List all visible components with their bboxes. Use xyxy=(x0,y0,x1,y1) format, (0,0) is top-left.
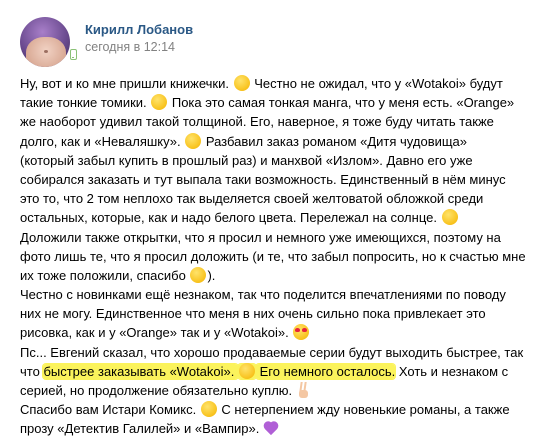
author-name-link[interactable]: Кирилл Лобанов xyxy=(85,22,193,37)
smiling-smiley-icon xyxy=(185,132,202,149)
post-text-line: Ну, вот и ко мне пришли книжечки. Честно… xyxy=(20,74,535,93)
purple-heart-icon xyxy=(264,422,280,436)
post-text-line: такие тонкие томики. Пока это самая тонк… xyxy=(20,93,535,112)
post-text-line: же наоборот удивил такой толщиной. Его, … xyxy=(20,112,535,131)
highlighted-text: быстрее заказывать «Wotakoi». xyxy=(43,363,238,379)
smiling-smiley-icon xyxy=(200,401,217,418)
text-span: Разбавил заказ романом «Дитя чудовища» xyxy=(202,133,468,149)
text-span: фото лишь те, что я просил доложить (и т… xyxy=(20,248,526,264)
text-span: Доложили также открытки, что я просил и … xyxy=(20,229,501,245)
text-span: такие тонкие томики. xyxy=(20,95,151,111)
wall-post: Кирилл Лобанов сегодня в 12:14 Ну, вот и… xyxy=(0,0,547,439)
smiling-smiley-icon xyxy=(190,266,207,283)
text-span: Хоть и незнаком с xyxy=(395,363,509,379)
mobile-online-icon xyxy=(70,49,77,60)
post-text-line: Доложили также открытки, что я просил и … xyxy=(20,228,535,247)
post-text-line: это то, что 2 том неплохо так выделяется… xyxy=(20,189,535,208)
text-span: рисовка, как и у «Orange» так и у «Wotak… xyxy=(20,325,293,341)
flushed-smiley-icon xyxy=(151,94,168,111)
text-span: (который забыл купить в прошлый раз) и м… xyxy=(20,152,473,168)
highlighted-text: Его немного осталось. xyxy=(256,363,396,379)
text-span: Честно не ожидал, что у «Wotakoi» будут xyxy=(250,76,503,91)
post-text-line: их тоже положили, спасибо ). xyxy=(20,266,535,285)
victory-hand-icon xyxy=(297,382,310,398)
post-text-line: Честно с новинками ещё незнаком, так что… xyxy=(20,285,535,304)
laughing-smiley-icon xyxy=(441,209,458,226)
heart-eyes-smiley-icon xyxy=(293,324,310,341)
author-avatar[interactable] xyxy=(20,17,70,67)
text-span: Пока это самая тонкая манга, что у меня … xyxy=(168,95,515,111)
text-span: серией, но продолжение обязательно куплю… xyxy=(20,383,296,398)
text-span: Ну, вот и ко мне пришли книжечки. xyxy=(20,76,233,91)
post-text-line: (который забыл купить в прошлый раз) и м… xyxy=(20,151,535,170)
post-text-line: Пс... Евгений сказал, что хорошо продава… xyxy=(20,343,535,362)
text-span: же наоборот удивил такой толщиной. Его, … xyxy=(20,114,494,130)
text-span: что xyxy=(20,363,44,379)
text-span: прозу «Детектив Галилей» и «Вампир». xyxy=(20,421,263,437)
text-span: Честно с новинками ещё незнаком, так что… xyxy=(20,287,506,303)
post-text-line: них не могу. Единственное что меня в них… xyxy=(20,304,535,323)
text-span: собирался заказать и тут выпала таки воз… xyxy=(20,171,506,187)
post-text-line: долго, как и «Неваляшку». Разбавил заказ… xyxy=(20,132,535,151)
text-span: ). xyxy=(207,267,216,283)
text-span: С нетерпением жду новенькие романы, а та… xyxy=(217,402,510,418)
post-date-link[interactable]: сегодня в 12:14 xyxy=(85,40,175,54)
text-span: них не могу. Единственное что меня в них… xyxy=(20,306,486,322)
post-text-line: остальных, которые, как и надо белого цв… xyxy=(20,208,535,227)
grinning-smiley-icon xyxy=(233,75,250,91)
text-span: Пс... Евгений сказал, что хорошо продава… xyxy=(20,344,524,360)
text-span: это то, что 2 том неплохо так выделяется… xyxy=(20,191,484,207)
post-text-line: фото лишь те, что я просил доложить (и т… xyxy=(20,247,535,266)
post-text-line: прозу «Детектив Галилей» и «Вампир». xyxy=(20,419,535,438)
post-text-line: собирался заказать и тут выпала таки воз… xyxy=(20,170,535,189)
text-span: Спасибо вам Истари Комикс. xyxy=(20,402,200,418)
post-text-line: Спасибо вам Истари Комикс. С нетерпением… xyxy=(20,400,535,419)
post-text-line: рисовка, как и у «Orange» так и у «Wotak… xyxy=(20,323,535,342)
text-span: остальных, которые, как и надо белого цв… xyxy=(20,210,441,226)
text-span: долго, как и «Неваляшку». xyxy=(20,133,185,149)
post-text-line: серией, но продолжение обязательно куплю… xyxy=(20,381,535,400)
text-span: их тоже положили, спасибо xyxy=(20,267,190,283)
post-text-line: что быстрее заказывать «Wotakoi». Его не… xyxy=(20,362,535,381)
post-text: Ну, вот и ко мне пришли книжечки. Честно… xyxy=(20,74,535,439)
flushed-smiley-icon xyxy=(239,362,255,379)
